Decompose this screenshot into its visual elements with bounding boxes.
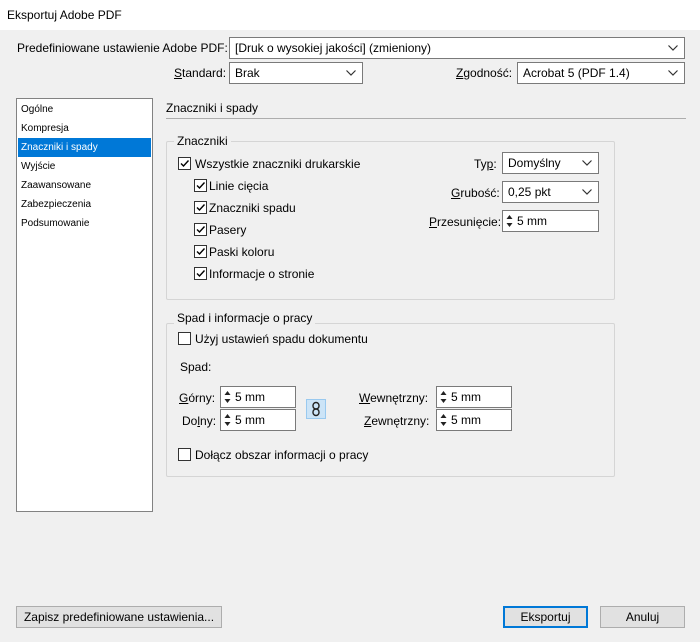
checkmark-icon (196, 270, 206, 278)
outside-bleed-stepper[interactable]: 5 mm (436, 409, 512, 431)
weight-label: Grubość: (451, 186, 500, 200)
top-bleed-stepper[interactable]: 5 mm (220, 386, 296, 408)
preset-value: [Druk o wysokiej jakości] (zmieniony) (235, 41, 432, 55)
chevron-down-icon (580, 153, 594, 173)
color-bars-checkbox[interactable] (194, 245, 207, 258)
inside-bleed-stepper[interactable]: 5 mm (436, 386, 512, 408)
stepper-arrows-icon[interactable] (504, 212, 515, 230)
sidebar-item-advanced[interactable]: Zaawansowane (18, 176, 151, 195)
top-label: Górny: (179, 391, 216, 405)
cancel-button[interactable]: Anuluj (600, 606, 685, 628)
save-preset-button[interactable]: Zapisz predefiniowane ustawienia... (16, 606, 222, 628)
standard-label: Standard: (174, 66, 227, 80)
compat-dropdown[interactable]: Acrobat 5 (PDF 1.4) (517, 62, 685, 84)
bottom-bleed-value[interactable]: 5 mm (235, 410, 265, 430)
page-info-checkbox[interactable] (194, 267, 207, 280)
panel-title-divider (166, 118, 686, 119)
type-label: Typ: (474, 157, 497, 171)
sidebar-item-general[interactable]: Ogólne (18, 100, 151, 119)
chevron-down-icon (580, 182, 594, 202)
bleed-label: Spad: (180, 360, 212, 374)
type-value: Domyślny (508, 156, 561, 170)
title-bar: Eksportuj Adobe PDF (0, 0, 700, 30)
stepper-arrows-icon[interactable] (222, 411, 233, 429)
compat-value: Acrobat 5 (PDF 1.4) (523, 66, 630, 80)
chevron-down-icon (344, 63, 358, 83)
checkmark-icon (180, 160, 190, 168)
standard-dropdown[interactable]: Brak (229, 62, 363, 84)
checkmark-icon (196, 248, 206, 256)
use-doc-bleed-checkbox[interactable] (178, 332, 191, 345)
category-list[interactable]: Ogólne Kompresja Znaczniki i spady Wyjśc… (16, 98, 153, 512)
bleed-group-title: Spad i informacje o pracy (174, 310, 316, 326)
page-info-label[interactable]: Informacje o stronie (209, 266, 314, 282)
type-dropdown[interactable]: Domyślny (502, 152, 599, 174)
compat-label: Zgodność: (456, 66, 513, 80)
crop-marks-checkbox[interactable] (194, 179, 207, 192)
stepper-arrows-icon[interactable] (438, 388, 449, 406)
chain-link-button[interactable] (306, 399, 326, 419)
export-button[interactable]: Eksportuj (503, 606, 588, 628)
marks-group-title: Znaczniki (174, 133, 231, 149)
chevron-down-icon (666, 63, 680, 83)
all-marks-label[interactable]: Wszystkie znaczniki drukarskie (195, 156, 360, 172)
preset-label: Predefiniowane ustawienie Adobe PDF: (17, 41, 228, 55)
checkmark-icon (196, 182, 206, 190)
panel-title: Znaczniki i spady (166, 101, 259, 115)
all-marks-checkbox[interactable] (178, 157, 191, 170)
preset-dropdown[interactable]: [Druk o wysokiej jakości] (zmieniony) (229, 37, 685, 59)
bottom-label: Dolny: (182, 414, 217, 428)
crop-marks-label[interactable]: Linie cięcia (209, 178, 268, 194)
chain-link-icon (312, 401, 320, 417)
sidebar-item-output[interactable]: Wyjście (18, 157, 151, 176)
offset-label: Przesunięcie: (429, 215, 502, 229)
weight-dropdown[interactable]: 0,25 pkt (502, 181, 599, 203)
offset-stepper[interactable]: 5 mm (502, 210, 599, 232)
stepper-arrows-icon[interactable] (222, 388, 233, 406)
stepper-arrows-icon[interactable] (438, 411, 449, 429)
bleed-marks-checkbox[interactable] (194, 201, 207, 214)
sidebar-item-security[interactable]: Zabezpieczenia (18, 195, 151, 214)
use-doc-bleed-label[interactable]: Użyj ustawień spadu dokumentu (195, 331, 368, 347)
inside-bleed-value[interactable]: 5 mm (451, 387, 481, 407)
chevron-down-icon (666, 38, 680, 58)
weight-value: 0,25 pkt (508, 185, 551, 199)
checkmark-icon (196, 226, 206, 234)
outside-label: Zewnętrzny: (364, 414, 430, 428)
registration-marks-label[interactable]: Pasery (209, 222, 246, 238)
registration-marks-checkbox[interactable] (194, 223, 207, 236)
sidebar-item-marks-bleeds[interactable]: Znaczniki i spady (18, 138, 151, 157)
inside-label: Wewnętrzny: (359, 391, 429, 405)
window-title: Eksportuj Adobe PDF (7, 8, 122, 22)
color-bars-label[interactable]: Paski koloru (209, 244, 274, 260)
sidebar-item-compression[interactable]: Kompresja (18, 119, 151, 138)
checkmark-icon (196, 204, 206, 212)
outside-bleed-value[interactable]: 5 mm (451, 410, 481, 430)
sidebar-item-summary[interactable]: Podsumowanie (18, 214, 151, 233)
offset-value[interactable]: 5 mm (517, 211, 547, 231)
standard-value: Brak (235, 66, 260, 80)
top-bleed-value[interactable]: 5 mm (235, 387, 265, 407)
bottom-bleed-stepper[interactable]: 5 mm (220, 409, 296, 431)
bleed-marks-label[interactable]: Znaczniki spadu (209, 200, 296, 216)
include-slug-label[interactable]: Dołącz obszar informacji o pracy (195, 447, 368, 463)
include-slug-checkbox[interactable] (178, 448, 191, 461)
